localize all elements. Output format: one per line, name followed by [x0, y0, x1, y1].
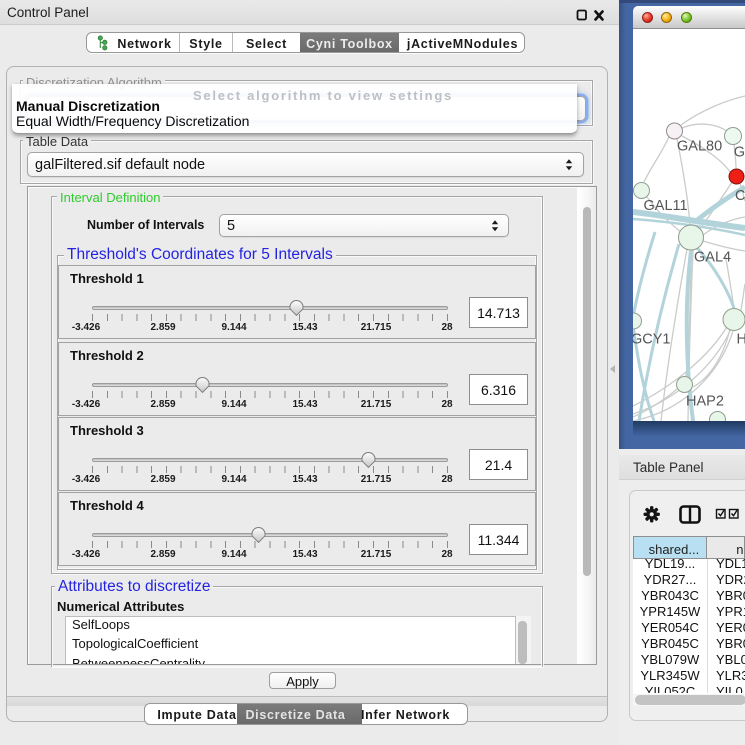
svg-text:GCY1: GCY1 — [633, 331, 671, 347]
svg-text:H: H — [737, 331, 745, 347]
svg-text:HAP2: HAP2 — [686, 393, 724, 409]
svg-text:GA: GA — [734, 144, 745, 160]
svg-text:C: C — [735, 188, 745, 204]
svg-text:GAL4: GAL4 — [694, 249, 731, 265]
svg-text:GAL11: GAL11 — [644, 197, 688, 213]
svg-text:GAL80: GAL80 — [677, 138, 722, 154]
